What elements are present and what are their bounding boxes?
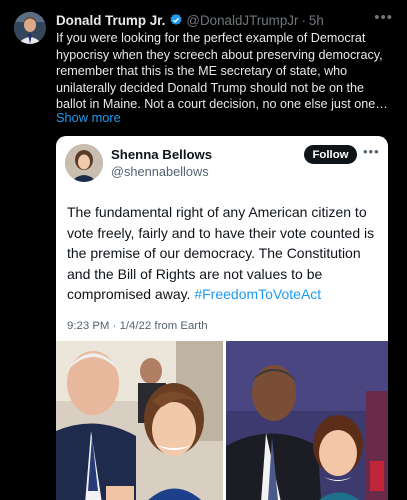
tweet[interactable]: Donald Trump Jr. @DonaldJTrumpJr · 5h ••…	[0, 0, 407, 500]
photo-right[interactable]	[226, 341, 388, 500]
show-more-link[interactable]: Show more	[56, 110, 121, 125]
separator: ·	[112, 320, 117, 332]
separator: ·	[301, 12, 306, 28]
author-name[interactable]: Donald Trump Jr.	[56, 13, 165, 28]
hashtag-link[interactable]: #FreedomToVoteAct	[194, 286, 321, 302]
quoted-author-handle[interactable]: @shennabellows	[111, 164, 209, 179]
follow-button[interactable]: Follow	[304, 145, 357, 164]
quoted-author-avatar[interactable]	[65, 144, 103, 182]
quoted-more-options-icon[interactable]: •••	[363, 144, 380, 159]
author-handle[interactable]: @DonaldJTrumpJr	[186, 13, 298, 28]
quoted-date[interactable]: 1/4/22	[120, 320, 152, 332]
quoted-author-name[interactable]: Shenna Bellows	[111, 147, 212, 162]
quoted-time[interactable]: 9:23 PM	[67, 320, 109, 332]
more-options-icon[interactable]: •••	[374, 10, 393, 25]
photo-left[interactable]	[56, 341, 223, 500]
quoted-tweet[interactable]: Shenna Bellows @shennabellows Follow •••…	[56, 136, 388, 500]
tweet-text: If you were looking for the perfect exam…	[56, 31, 388, 112]
author-avatar[interactable]	[14, 12, 46, 44]
verified-badge-icon	[169, 13, 183, 27]
timestamp[interactable]: 5h	[309, 13, 324, 28]
quoted-tweet-meta: 9:23 PM · 1/4/22 from Earth	[67, 320, 208, 332]
tweet-header: Donald Trump Jr. @DonaldJTrumpJr · 5h ••…	[56, 10, 393, 29]
quoted-tweet-text: The fundamental right of any American ci…	[67, 202, 381, 305]
quoted-source: from Earth	[154, 320, 208, 332]
